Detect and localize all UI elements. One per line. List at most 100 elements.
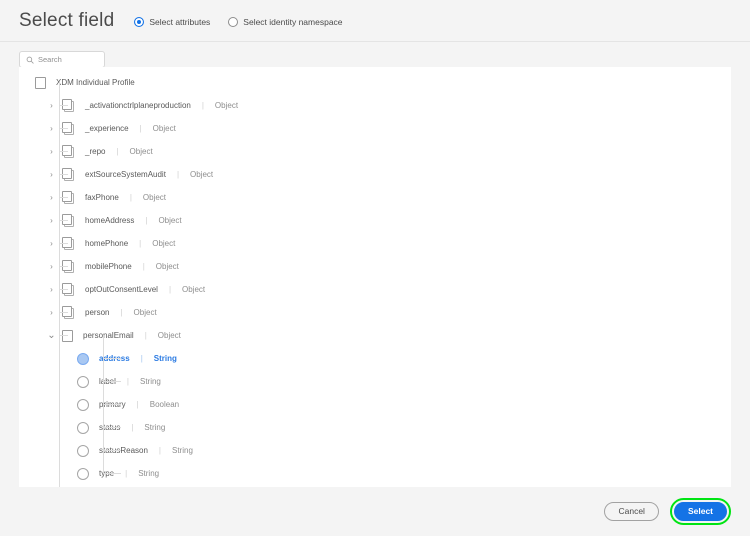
tree-row-leaf[interactable]: statusReason | String: [19, 439, 731, 462]
tree-node-label: homeAddress: [85, 216, 135, 225]
tree-node-type: String: [144, 423, 166, 432]
tree-node-label: homePhone: [85, 239, 129, 248]
tree-node-label: personalEmail: [83, 331, 134, 340]
tree-connector-line: [103, 404, 121, 405]
tree-connector-line: [59, 151, 68, 152]
tree-row-node[interactable]: › _activationctrlplaneproduction | Object: [19, 94, 731, 117]
radio-select-identity-namespace[interactable]: Select identity namespace: [228, 17, 343, 27]
tree-row-root[interactable]: XDM Individual Profile: [19, 71, 731, 94]
tree-node-type: Object: [133, 308, 157, 317]
field-tree-card: XDM Individual Profile › _activationctrlpl…: [19, 67, 731, 487]
tree-connector-line: [59, 243, 68, 244]
tree-row-leaf[interactable]: address|String: [19, 347, 731, 370]
tree-connector-line: [103, 427, 121, 428]
mode-radio-group: Select attributes Select identity namesp…: [134, 14, 343, 27]
radio-label-identity-namespace: Select identity namespace: [243, 17, 343, 27]
tree-row-node[interactable]: › person | Object: [19, 301, 731, 324]
tree-row-node[interactable]: › mobilePhone | Object: [19, 255, 731, 278]
tree-node-type: Object: [129, 147, 153, 156]
tree-connector-line: [59, 197, 68, 198]
leaf-circle-icon[interactable]: [77, 444, 89, 457]
tree-node-type: String: [172, 446, 193, 455]
leaf-circle-icon[interactable]: [77, 375, 89, 388]
square-node-icon[interactable]: [35, 76, 46, 89]
cancel-button[interactable]: Cancel: [604, 502, 659, 521]
tree-row-leaf[interactable]: label|String: [19, 370, 731, 393]
tree-connector-line: [59, 128, 68, 129]
tree-node-label: _activationctrlplaneproduction: [85, 101, 191, 110]
tree-connector-line: [103, 381, 121, 382]
leaf-circle-icon[interactable]: [77, 467, 89, 480]
label-type-separator: |: [139, 239, 142, 248]
tree-row-leaf[interactable]: status|String: [19, 416, 731, 439]
chevron-right-icon[interactable]: ›: [47, 262, 56, 271]
chevron-right-icon[interactable]: ›: [47, 124, 56, 133]
label-type-separator: |: [140, 354, 143, 363]
label-type-separator: |: [201, 101, 204, 110]
label-type-separator: |: [125, 469, 128, 478]
tree-connector-line: [59, 82, 60, 487]
search-input[interactable]: [38, 55, 98, 64]
label-type-separator: |: [131, 423, 134, 432]
tree-node-type: String: [139, 377, 161, 386]
label-type-separator: |: [129, 193, 132, 202]
select-button-highlight: Select: [669, 498, 731, 525]
select-button[interactable]: Select: [673, 502, 727, 521]
tree-node-label: faxPhone: [85, 193, 119, 202]
leaf-circle-icon[interactable]: [77, 421, 89, 434]
tree-connector-line: [59, 266, 68, 267]
chevron-right-icon[interactable]: ›: [47, 308, 56, 317]
tree-node-type: Object: [158, 216, 182, 225]
tree-node-type: Object: [155, 262, 179, 271]
tree-row-node[interactable]: › extSourceSystemAudit | Object: [19, 163, 731, 186]
label-type-separator: |: [116, 147, 119, 156]
tree-node-type: Object: [152, 124, 176, 133]
chevron-right-icon[interactable]: ›: [47, 101, 56, 110]
tree-node-label: XDM Individual Profile: [56, 78, 135, 87]
chevron-right-icon[interactable]: ›: [47, 285, 56, 294]
tree-connector-line: [59, 312, 68, 313]
label-type-separator: |: [139, 124, 142, 133]
tree-connector-line: [103, 358, 121, 359]
tree-node-label: optOutConsentLevel: [85, 285, 158, 294]
chevron-right-icon[interactable]: ›: [47, 170, 56, 179]
label-type-separator: |: [176, 170, 180, 179]
page-header: Select field Select attributes Select id…: [0, 0, 750, 41]
page-title: Select field: [19, 9, 115, 31]
tree-node-type: String: [138, 469, 160, 478]
label-type-separator: |: [145, 216, 148, 225]
field-tree[interactable]: XDM Individual Profile › _activationctrlpl…: [19, 67, 731, 487]
tree-row-node[interactable]: ⌄ personalEmail | Object: [19, 324, 731, 347]
tree-node-type: Object: [214, 101, 239, 110]
tree-node-label: mobilePhone: [85, 262, 132, 271]
tree-row-node[interactable]: › homeAddress | Object: [19, 209, 731, 232]
tree-connector-line: [59, 335, 68, 336]
chevron-right-icon[interactable]: ›: [47, 239, 56, 248]
chevron-down-icon[interactable]: ⌄: [47, 330, 56, 340]
tree-node-type: Boolean: [149, 400, 180, 409]
tree-row-node[interactable]: › optOutConsentLevel | Object: [19, 278, 731, 301]
tree-row-node[interactable]: › _repo | Object: [19, 140, 731, 163]
leaf-circle-icon[interactable]: [77, 398, 89, 411]
tree-node-label: extSourceSystemAudit: [85, 170, 166, 179]
tree-connector-line: [59, 105, 68, 106]
radio-dot-icon: [134, 17, 145, 27]
radio-dot-icon: [228, 17, 239, 27]
search-box[interactable]: [19, 51, 105, 68]
tree-connector-line: [103, 450, 121, 451]
tree-connector-line: [59, 174, 68, 175]
tree-node-label: _repo: [85, 147, 106, 156]
radio-select-attributes[interactable]: Select attributes: [134, 17, 210, 27]
chevron-right-icon[interactable]: ›: [47, 216, 56, 225]
tree-row-node[interactable]: › faxPhone | Object: [19, 186, 731, 209]
chevron-right-icon[interactable]: ›: [47, 193, 56, 202]
tree-row-node[interactable]: › _experience | Object: [19, 117, 731, 140]
tree-row-leaf[interactable]: type|String: [19, 462, 731, 485]
tree-row-leaf[interactable]: primary|Boolean: [19, 393, 731, 416]
label-type-separator: |: [158, 446, 161, 455]
chevron-right-icon[interactable]: ›: [47, 147, 56, 156]
tree-node-type: Object: [142, 193, 167, 202]
leaf-circle-selected-icon[interactable]: [77, 352, 89, 365]
label-type-separator: |: [136, 400, 139, 409]
tree-row-node[interactable]: › homePhone | Object: [19, 232, 731, 255]
